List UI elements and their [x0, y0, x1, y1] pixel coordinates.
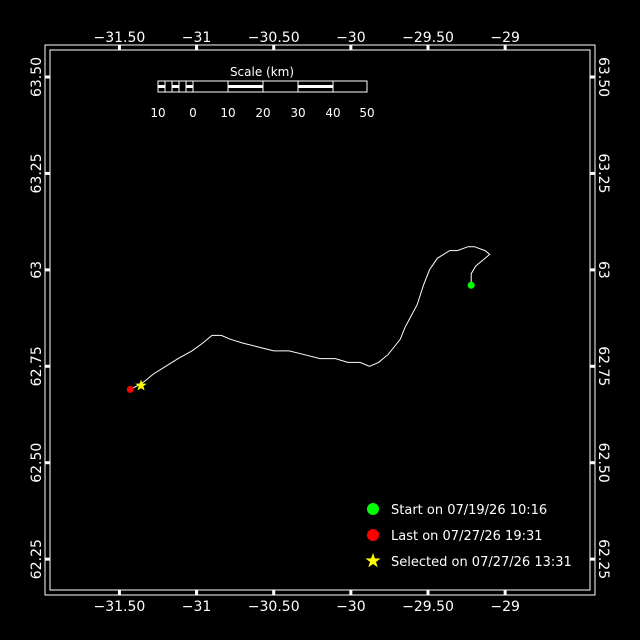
last-marker [126, 385, 134, 393]
scale-label: 20 [255, 106, 270, 120]
lat-tick-label-right: 62.50 [595, 443, 611, 483]
lat-tick-label-left: 62.75 [29, 346, 45, 386]
lat-tick-label-right: 62.25 [595, 539, 611, 579]
scale-bar-segment [158, 85, 165, 88]
start-legend-icon [367, 503, 379, 515]
scale-bar-segment [228, 85, 263, 88]
lat-tick-label-right: 63 [595, 261, 611, 279]
scale-label: 10 [220, 106, 235, 120]
lat-tick-label-left: 63.50 [29, 57, 45, 97]
lon-tick-label-top: −30.50 [248, 30, 300, 46]
scale-label: 10 [150, 106, 165, 120]
last-legend-label: Last on 07/27/26 19:31 [391, 529, 543, 544]
lon-tick-label-bottom: −30 [336, 599, 366, 615]
scale-bar-segment [186, 85, 193, 88]
lon-tick-label-bottom: −29.50 [402, 599, 454, 615]
scale-label: 50 [359, 106, 374, 120]
map-background [0, 0, 640, 640]
start-marker [467, 281, 475, 289]
last-legend-icon [367, 529, 379, 541]
scale-label: 40 [325, 106, 340, 120]
lat-tick-label-right: 63.25 [595, 153, 611, 193]
scale-bar-segment [172, 85, 179, 88]
lon-tick-label-top: −30 [336, 30, 366, 46]
lon-tick-label-top: −31.50 [94, 30, 146, 46]
track-map: −31.50 −31.50 −31 −31 −30.50 −30.50 −30 −30 −29.… [0, 0, 640, 640]
lon-tick-label-bottom: −29 [490, 599, 520, 615]
scale-label: 30 [290, 106, 305, 120]
lon-tick-label-top: −29 [490, 30, 520, 46]
scale-bar-title: Scale (km) [230, 65, 294, 79]
lat-tick-label-left: 63 [29, 261, 45, 279]
lon-tick-label-bottom: −30.50 [248, 599, 300, 615]
lat-tick-label-left: 62.50 [29, 443, 45, 483]
start-legend-label: Start on 07/19/26 10:16 [391, 503, 547, 518]
lat-tick-label-right: 63.50 [595, 57, 611, 97]
scale-label: 0 [189, 106, 197, 120]
lat-tick-label-right: 62.75 [595, 346, 611, 386]
lon-tick-label-bottom: −31 [182, 599, 212, 615]
lat-tick-label-left: 63.25 [29, 153, 45, 193]
scale-bar-segment [298, 85, 333, 88]
lat-tick-label-left: 62.25 [29, 539, 45, 579]
legend: Start on 07/19/26 10:16 Last on 07/27/26… [365, 503, 572, 570]
lon-tick-label-top: −31 [182, 30, 212, 46]
selected-legend-label: Selected on 07/27/26 13:31 [391, 555, 572, 570]
lon-tick-label-top: −29.50 [402, 30, 454, 46]
lon-tick-label-bottom: −31.50 [94, 599, 146, 615]
